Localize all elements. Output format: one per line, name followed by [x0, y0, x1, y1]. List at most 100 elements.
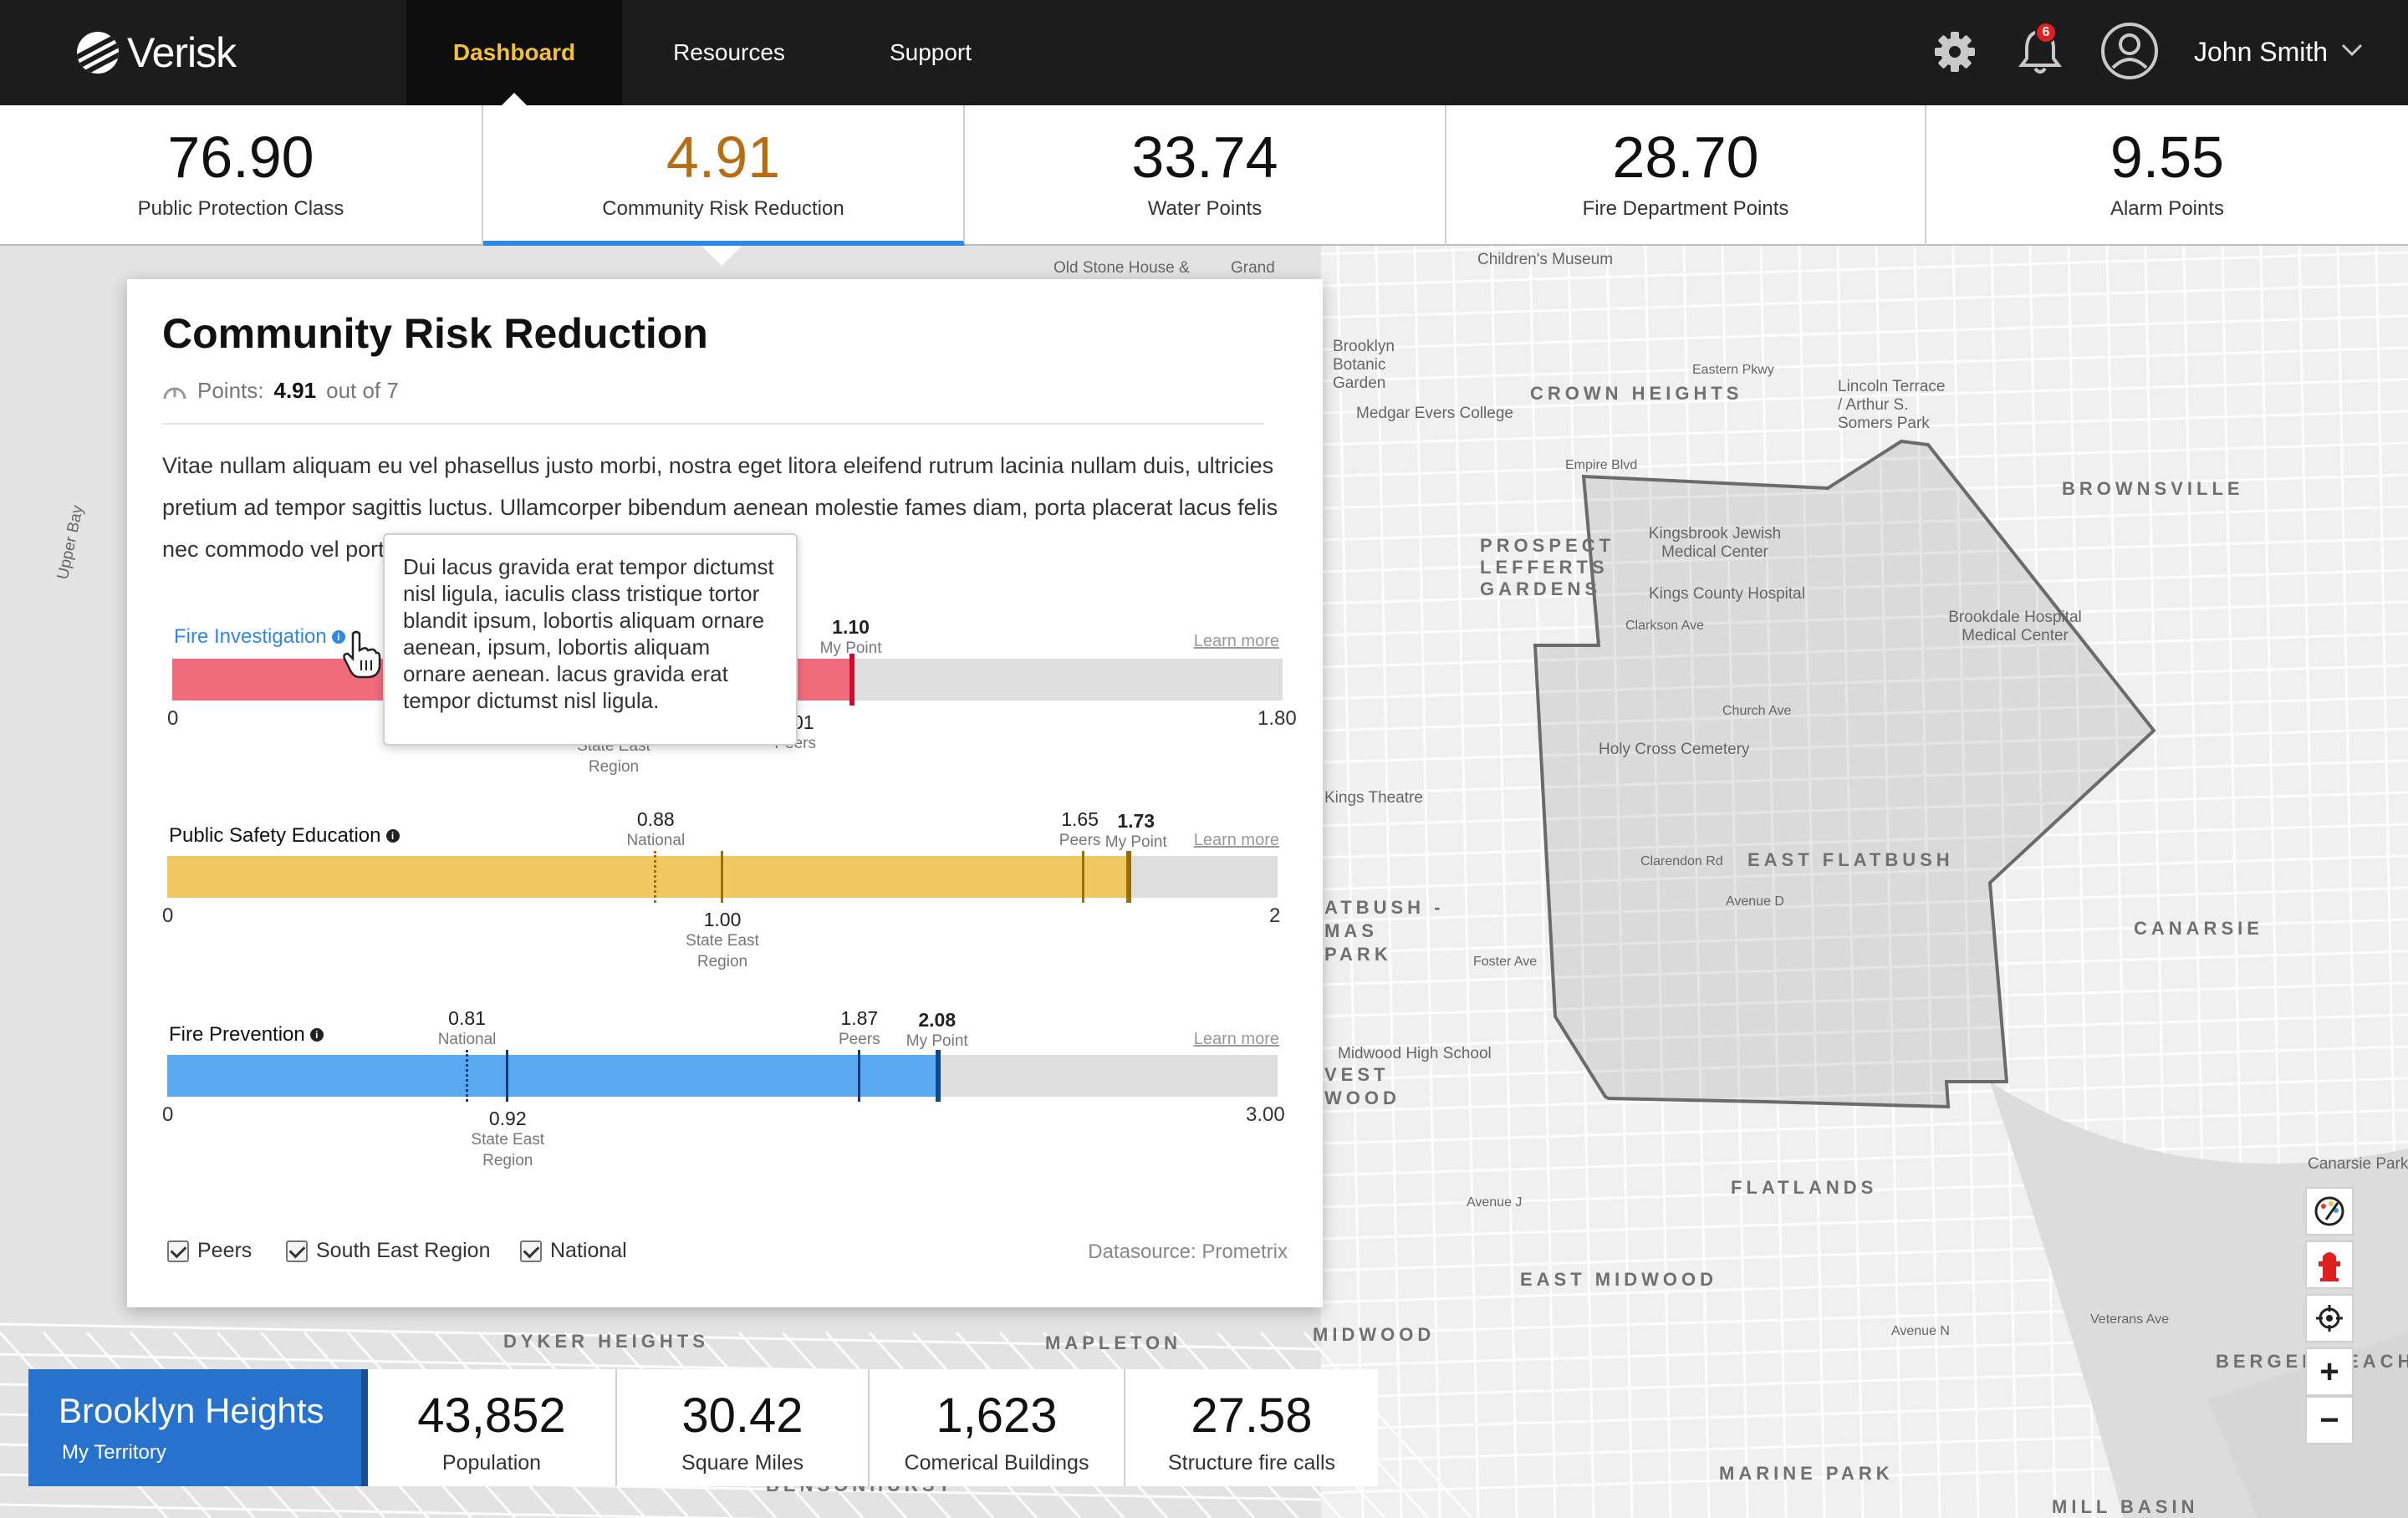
zoom-out-button[interactable]: − — [2305, 1396, 2354, 1444]
map-label: PROSPECT LEFFERTS GARDENS — [1480, 535, 1615, 599]
map-label: Veterans Ave — [2090, 1312, 2169, 1327]
map-label: Avenue J — [1467, 1195, 1523, 1210]
stat-label: Structure fire calls — [1167, 1451, 1336, 1475]
stat-commercial-buildings: 1,623 Comerical Buildings — [870, 1369, 1125, 1486]
kpi-water-points[interactable]: 33.74 Water Points — [965, 105, 1446, 246]
legend-label: National — [550, 1239, 627, 1262]
nav-tab-support[interactable]: Support — [836, 0, 1025, 105]
locate-icon — [2316, 1305, 2343, 1332]
stat-value: 27.58 — [1191, 1388, 1313, 1443]
bar-title[interactable]: Fire Investigation i — [174, 625, 345, 649]
my-point-marker — [849, 654, 855, 706]
hydrant-icon — [2319, 1252, 2340, 1281]
stat-value: 30.42 — [681, 1388, 804, 1443]
info-icon[interactable]: i — [309, 1028, 324, 1042]
stat-label: Population — [441, 1451, 542, 1475]
info-icon[interactable]: i — [385, 829, 400, 843]
map-label: Midwood High School — [1338, 1045, 1492, 1062]
peers-checkbox[interactable] — [167, 1240, 189, 1262]
learn-more-link[interactable]: Learn more — [1194, 632, 1279, 651]
stat-square-miles: 30.42 Square Miles — [617, 1369, 870, 1486]
national-caption: National — [437, 1031, 497, 1048]
national-value: 0.81 — [448, 1007, 486, 1029]
nav-tab-resources[interactable]: Resources — [622, 0, 836, 105]
map-label: EAST FLATBUSH — [1747, 849, 1954, 870]
map-label: MAPLETON — [1045, 1332, 1182, 1353]
legend-national[interactable]: National — [520, 1239, 627, 1263]
zoom-in-button[interactable]: + — [2305, 1347, 2354, 1396]
state-east-region-label: 1.00 State East Region — [686, 909, 759, 972]
datasource-text: Datasource: Prometrix — [1088, 1240, 1288, 1263]
my-point-label: 1.73 My Point — [1105, 811, 1167, 853]
user-avatar-icon[interactable] — [2100, 22, 2159, 80]
hand-pointer-cursor-icon — [343, 630, 381, 679]
peers-label: 1.65 Peers — [1059, 809, 1101, 851]
hydrant-button[interactable] — [2305, 1240, 2354, 1289]
stat-label: Square Miles — [681, 1451, 804, 1475]
kpi-public-protection-class[interactable]: 76.90 Public Protection Class — [0, 105, 483, 246]
palette-button[interactable] — [2305, 1187, 2354, 1235]
territory-name: Brooklyn Heights — [59, 1391, 324, 1430]
state-east-region-value: 1.00 — [703, 909, 742, 930]
my-point-label: 1.10 My Point — [820, 617, 882, 659]
map-label: Brooklyn Botanic Garden — [1333, 338, 1395, 392]
map-label: Medgar Evers College — [1356, 405, 1513, 422]
bar-track — [167, 1050, 1278, 1102]
state-east-region-value: 0.92 — [488, 1108, 527, 1129]
legend-label: Peers — [197, 1239, 253, 1262]
kpi-community-risk-reduction[interactable]: 4.91 Community Risk Reduction — [483, 105, 965, 266]
points-label: Points: — [197, 378, 264, 403]
map-label: Old Stone House & — [1054, 259, 1190, 277]
map-label: Kings Theatre — [1324, 789, 1423, 807]
learn-more-link[interactable]: Learn more — [1194, 1030, 1279, 1049]
my-point-caption: My Point — [1105, 833, 1167, 851]
peers-caption: Peers — [1059, 832, 1101, 849]
national-label: 0.88 National — [626, 809, 685, 851]
kpi-fire-department-points[interactable]: 28.70 Fire Department Points — [1446, 105, 1926, 246]
gear-icon[interactable] — [1933, 30, 1977, 74]
state-east-region-marker — [721, 851, 723, 903]
axis-min: 0 — [167, 707, 179, 730]
peers-label: 1.87 Peers — [839, 1008, 880, 1050]
territory-card[interactable]: Brooklyn Heights My Territory — [28, 1369, 368, 1486]
national-label: 0.81 National — [438, 1008, 497, 1050]
map-label: Empire Blvd — [1565, 458, 1638, 472]
my-point-caption: My Point — [819, 639, 882, 657]
national-marker — [465, 1050, 468, 1102]
my-point-marker — [1125, 851, 1131, 903]
peers-marker — [857, 1050, 860, 1102]
legend-peers[interactable]: Peers — [167, 1239, 252, 1263]
south-east-region-checkbox[interactable] — [286, 1240, 308, 1262]
bar-title-label: Public Safety Education — [169, 824, 381, 847]
state-east-region-caption: State East Region — [686, 932, 759, 970]
my-point-label: 2.08 My Point — [906, 1010, 968, 1052]
national-value: 0.88 — [636, 808, 675, 830]
points-summary: Points: 4.91 out of 7 — [162, 378, 399, 404]
my-point-value: 1.73 — [1117, 810, 1156, 832]
national-checkbox[interactable] — [520, 1240, 542, 1262]
map-label: BROWNSVILLE — [2062, 478, 2244, 499]
locate-button[interactable] — [2305, 1294, 2354, 1342]
national-marker — [654, 851, 657, 903]
map-label: Canarsie Park — [2308, 1155, 2408, 1173]
map-label: DYKER HEIGHTS — [503, 1331, 709, 1352]
map-label: Grand — [1231, 259, 1275, 277]
user-name[interactable]: John Smith — [2194, 37, 2328, 68]
nav-tab-dashboard[interactable]: Dashboard — [406, 0, 622, 106]
map-label: Avenue D — [1726, 894, 1784, 909]
map-label: VEST WOOD — [1324, 1064, 1400, 1108]
legend-south-east-region[interactable]: South East Region — [286, 1239, 490, 1263]
axis-min: 0 — [162, 904, 174, 927]
learn-more-link[interactable]: Learn more — [1194, 831, 1279, 850]
map-label: Avenue N — [1891, 1324, 1950, 1338]
panel-title: Community Risk Reduction — [162, 310, 708, 357]
top-navigation-bar: Verisk Dashboard Resources Support 6 Joh… — [0, 0, 2408, 106]
kpi-alarm-points[interactable]: 9.55 Alarm Points — [1926, 105, 2408, 246]
kpi-label: Water Points — [1147, 197, 1263, 220]
zoom-out-icon: − — [2319, 1401, 2339, 1439]
chevron-down-icon[interactable] — [2341, 42, 2363, 59]
map-label: Children's Museum — [1477, 251, 1614, 268]
kpi-bar: 76.90 Public Protection Class 4.91 Commu… — [0, 105, 2408, 266]
notification-badge: 6 — [2035, 22, 2057, 43]
verisk-logo[interactable]: Verisk — [77, 25, 237, 80]
